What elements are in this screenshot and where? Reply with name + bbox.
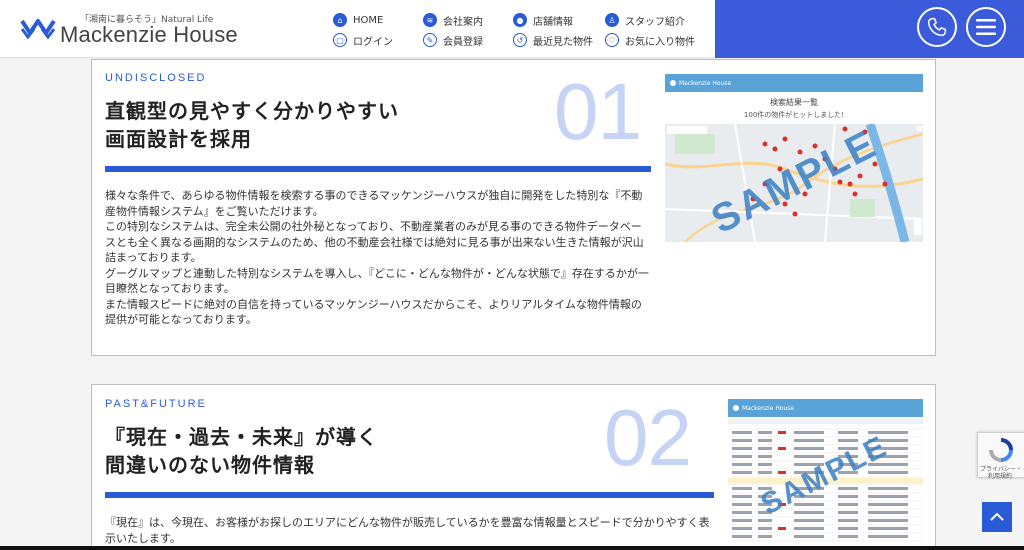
feature-title-line1: 『現在・過去・未来』が導く (105, 425, 378, 449)
nav-login-label: ログイン (353, 36, 393, 48)
feature-title-line2: 画面設計を採用 (105, 127, 252, 151)
nav-staff-label: スタッフ紹介 (625, 16, 685, 28)
feature-title: 直観型の見やすく分かりやすい 画面設計を採用 (105, 97, 399, 153)
nav-home[interactable]: ⌂ HOME (333, 11, 383, 29)
history-icon: ↺ (513, 33, 527, 47)
feature-paragraph: グーグルマップと連動した特別なシステムを導入し、『どこに・どんな物件が・どんな状… (105, 266, 649, 296)
nav-register[interactable]: ✎ 会員登録 (423, 31, 483, 49)
window-bottom-edge (0, 546, 1024, 550)
feature-number: 01 (554, 67, 642, 156)
back-to-top-button[interactable] (982, 502, 1012, 532)
map-pin-icon: ● (513, 13, 527, 27)
lock-icon: ▢ (333, 33, 347, 47)
feature-number: 02 (604, 393, 692, 482)
nav-login[interactable]: ▢ ログイン (333, 31, 393, 49)
company-icon: ≋ (423, 13, 437, 27)
screenshot-app-label: Mackenzie House (679, 79, 732, 87)
menu-button[interactable] (966, 7, 1006, 47)
screenshot-logo-icon (670, 80, 676, 86)
phone-icon (927, 17, 947, 37)
feature-paragraph: また情報スピードに絶対の自信を持っているマッケンジーハウスだからこそ、よりリアル… (105, 297, 642, 327)
page: 「湘南に暮らそう」Natural Life Mackenzie House ⌂ … (0, 0, 1024, 550)
screenshot-results-count: 100件の物件がヒットしました! (743, 111, 845, 119)
recaptcha-terms-text: 利用規約 (988, 473, 1013, 480)
feature-paragraph: 様々な条件で、あらゆる物件情報を検索する事のできるマッケンジーハウスが独自に開発… (105, 189, 643, 218)
feature-paragraph: 『現在』は、今現在、お客様がお探しのエリアにどんな物件が販売しているかを豊富な情… (105, 516, 710, 545)
feature-eyebrow: PAST&FUTURE (105, 398, 207, 410)
nav-register-label: 会員登録 (443, 36, 483, 48)
nav-shop-info[interactable]: ● 店舗情報 (513, 11, 573, 29)
feature-title-line1: 直観型の見やすく分かりやすい (105, 99, 399, 123)
feature-description: 様々な条件で、あらゆる物件情報を検索する事のできるマッケンジーハウスが独自に開発… (105, 188, 651, 328)
map-search-screenshot: Mackenzie House 検索結果一覧 100件の物件がヒットしました! (665, 74, 923, 256)
nav-staff[interactable]: ♙ スタッフ紹介 (605, 11, 685, 29)
register-icon: ✎ (423, 33, 437, 47)
feature-divider (105, 492, 714, 498)
screenshot-results-title: 検索結果一覧 (770, 98, 818, 107)
staff-icon: ♙ (605, 13, 619, 27)
nav-shop-info-label: 店舗情報 (533, 16, 573, 28)
home-icon: ⌂ (333, 13, 347, 27)
feature-title-line2: 間違いのない物件情報 (105, 453, 315, 477)
site-logo[interactable]: 「湘南に暮らそう」Natural Life Mackenzie House (20, 9, 280, 51)
feature-description: 『現在』は、今現在、お客様がお探しのエリアにどんな物件が販売しているかを豊富な情… (105, 515, 714, 546)
logo-mark-icon (20, 19, 56, 40)
nav-company-label: 会社案内 (443, 16, 483, 28)
recaptcha-icon (989, 438, 1013, 462)
screenshot-header: Mackenzie House (665, 74, 923, 92)
feature-title: 『現在・過去・未来』が導く 間違いのない物件情報 (105, 423, 378, 479)
nav-company[interactable]: ≋ 会社案内 (423, 11, 483, 29)
logo-site-name: Mackenzie House (60, 22, 238, 47)
feature-eyebrow: UNDISCLOSED (105, 72, 207, 84)
heart-icon: ♡ (605, 33, 619, 47)
screenshot-app-label: Mackenzie House (742, 404, 795, 412)
feature-card-undisclosed: UNDISCLOSED 01 直観型の見やすく分かりやすい 画面設計を採用 様々… (91, 59, 936, 356)
nav-recent-label: 最近見た物件 (533, 36, 593, 48)
recaptcha-badge[interactable]: プライバシー・ 利用規約 (977, 432, 1024, 480)
site-header: 「湘南に暮らそう」Natural Life Mackenzie House ⌂ … (0, 0, 1024, 58)
phone-button[interactable] (917, 7, 957, 47)
feature-divider (105, 166, 651, 172)
screenshot-header: Mackenzie House (728, 399, 923, 417)
nav-favorites[interactable]: ♡ お気に入り物件 (605, 31, 695, 49)
listing-table-screenshot: Mackenzie House SAMPLE (728, 399, 923, 549)
chevron-up-icon (990, 512, 1004, 521)
feature-card-past-future: PAST&FUTURE 02 『現在・過去・未来』が導く 間違いのない物件情報 … (91, 384, 936, 550)
nav-favorites-label: お気に入り物件 (625, 36, 695, 48)
nav-recent[interactable]: ↺ 最近見た物件 (513, 31, 593, 49)
feature-paragraph: この特別なシステムは、完全未公開の社外秘となっており、不動産業者のみが見る事ので… (105, 220, 644, 264)
hamburger-menu-icon (976, 19, 996, 35)
nav-home-label: HOME (353, 14, 384, 26)
header-action-area (715, 0, 1024, 58)
global-nav: ⌂ HOME ≋ 会社案内 ● 店舗情報 ♙ スタッフ紹介 ▢ ログイン ✎ 会… (330, 8, 710, 52)
screenshot-logo-icon (733, 405, 739, 411)
